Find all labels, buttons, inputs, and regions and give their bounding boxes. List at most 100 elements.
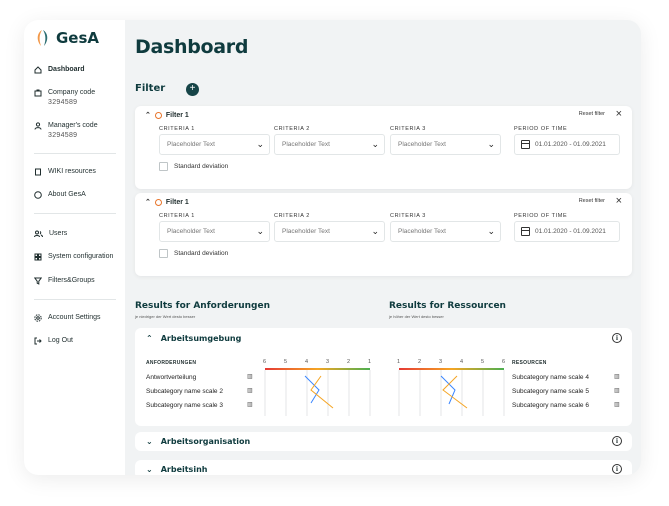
sidebar-item-system-configuration[interactable]: System configuration [34,253,113,261]
scale-tick: 2 [418,359,422,365]
row-label: Subcategory name scale 6 [512,402,589,409]
add-filter-button[interactable]: + [186,83,199,96]
app-name: GesA [56,29,100,47]
filter-color-icon [154,111,162,119]
chevron-up-icon[interactable]: ⌃ [145,111,151,119]
criteria-3-select[interactable]: Placeholder Text ⌄ [390,134,501,155]
sidebar-item-company-code[interactable]: Company code 3294589 [34,89,95,106]
sidebar-item-filters-groups[interactable]: Filters&Groups [34,277,95,285]
resourcen-header: RESOURCEN [512,360,547,366]
results-left-title: Results for Anforderungen [135,301,271,311]
filter-title[interactable]: ⌃ Filter 1 [145,111,189,119]
criteria-3-select[interactable]: Placeholder Text ⌄ [390,221,501,242]
results-left-subtitle: je niedriger der Wert desto besser [135,314,196,319]
chevron-up-icon: ⌃ [146,334,153,343]
sidebar-item-manager-code[interactable]: Manager's code 3294589 [34,122,98,139]
select-value: Placeholder Text [398,141,446,148]
chevron-down-icon: ⌄ [256,139,264,149]
criteria-3-label: CRITERIA 3 [390,213,426,219]
sidebar-item-label: WIKI resources [48,168,96,175]
standard-deviation-checkbox[interactable] [159,249,168,258]
criteria-2-select[interactable]: Placeholder Text ⌄ [274,221,385,242]
sidebar-item-label: Company code [48,89,96,96]
filter-icon [34,277,42,285]
company-code-value: 3294589 [48,99,78,106]
info-icon[interactable]: i [612,436,622,446]
criteria-2-label: CRITERIA 2 [274,126,310,132]
scale-tick: 4 [305,359,309,365]
scale-tick: 3 [439,359,443,365]
section-title: Arbeitsumgebung [160,334,242,343]
main-content: Dashboard Filter + ⌃ Filter 1 Reset filte… [125,20,641,475]
sidebar-item-about[interactable]: About GesA [34,191,86,199]
chevron-down-icon: ⌄ [256,226,264,236]
chevron-down-icon: ⌄ [487,139,495,149]
info-icon[interactable]: i [612,333,622,343]
sidebar-item-account-settings[interactable]: Account Settings [34,314,101,322]
ressourcen-chart [398,368,505,416]
divider [34,153,116,154]
bar-chart-icon[interactable]: ▥ [614,401,620,408]
section-arbeitsumgebung: ⌃ Arbeitsumgebung i ANFORDERUNGEN RESOURC… [135,328,632,426]
building-icon [34,89,42,97]
chevron-up-icon[interactable]: ⌃ [145,198,151,206]
help-icon [34,191,42,199]
period-date-input[interactable]: 01.01.2020 - 01.09.2021 [514,134,620,155]
sidebar-item-users[interactable]: Users [34,230,67,238]
logo[interactable]: GesA [35,29,99,47]
row-label: Antwortverteilung [146,374,197,381]
select-value: Placeholder Text [167,141,215,148]
reset-filter-button[interactable]: Reset filter [579,198,605,204]
close-icon[interactable]: × [616,108,622,120]
bar-chart-icon[interactable]: ▥ [247,387,253,394]
sidebar-item-dashboard[interactable]: Dashboard [34,66,85,74]
sidebar-item-label: About GesA [48,191,86,198]
reset-filter-button[interactable]: Reset filter [579,111,605,117]
criteria-1-label: CRITERIA 1 [159,213,195,219]
filter-color-icon [154,198,162,206]
select-value: Placeholder Text [167,228,215,235]
section-arbeitsinhalt[interactable]: ⌄ Arbeitsinh i [135,460,632,475]
scale-tick: 5 [284,359,288,365]
divider [34,299,116,300]
criteria-1-label: CRITERIA 1 [159,126,195,132]
section-header[interactable]: ⌃ Arbeitsumgebung [146,334,241,343]
sidebar-item-logout[interactable]: Log Out [34,337,73,345]
filter-title[interactable]: ⌃ Filter 1 [145,198,189,206]
section-header[interactable]: ⌄ Arbeitsorganisation [146,437,250,446]
home-icon [34,66,42,74]
criteria-2-label: CRITERIA 2 [274,213,310,219]
sidebar-item-label: System configuration [48,253,114,260]
sidebar-item-label: Manager's code [48,122,98,129]
section-header[interactable]: ⌄ Arbeitsinh [146,465,207,474]
scale-tick: 1 [397,359,401,365]
bar-chart-icon[interactable]: ▥ [614,373,620,380]
calendar-icon [521,140,530,149]
manager-code-value: 3294589 [48,132,78,139]
criteria-1-select[interactable]: Placeholder Text ⌄ [159,134,270,155]
close-icon[interactable]: × [616,195,622,207]
users-icon [34,230,43,238]
select-value: Placeholder Text [282,141,330,148]
row-label: Subcategory name scale 4 [512,374,589,381]
criteria-1-select[interactable]: Placeholder Text ⌄ [159,221,270,242]
select-value: Placeholder Text [398,228,446,235]
sidebar-item-wiki[interactable]: WIKI resources [34,168,96,176]
sidebar-item-label: Log Out [48,337,73,344]
info-icon[interactable]: i [612,464,622,474]
criteria-2-select[interactable]: Placeholder Text ⌄ [274,134,385,155]
section-arbeitsorganisation[interactable]: ⌄ Arbeitsorganisation i [135,432,632,451]
bar-chart-icon[interactable]: ▥ [247,373,253,380]
row-label: Subcategory name scale 2 [146,388,223,395]
standard-deviation-checkbox[interactable] [159,162,168,171]
period-value: 01.01.2020 - 01.09.2021 [535,228,606,235]
sidebar-item-label: Dashboard [48,66,85,73]
scale-tick: 6 [502,359,506,365]
row-label: Subcategory name scale 3 [146,402,223,409]
filter-title-label: Filter 1 [165,111,189,119]
scale-tick: 3 [326,359,330,365]
bar-chart-icon[interactable]: ▥ [614,387,620,394]
period-date-input[interactable]: 01.01.2020 - 01.09.2021 [514,221,620,242]
bar-chart-icon[interactable]: ▥ [247,401,253,408]
grid-icon [34,253,42,261]
